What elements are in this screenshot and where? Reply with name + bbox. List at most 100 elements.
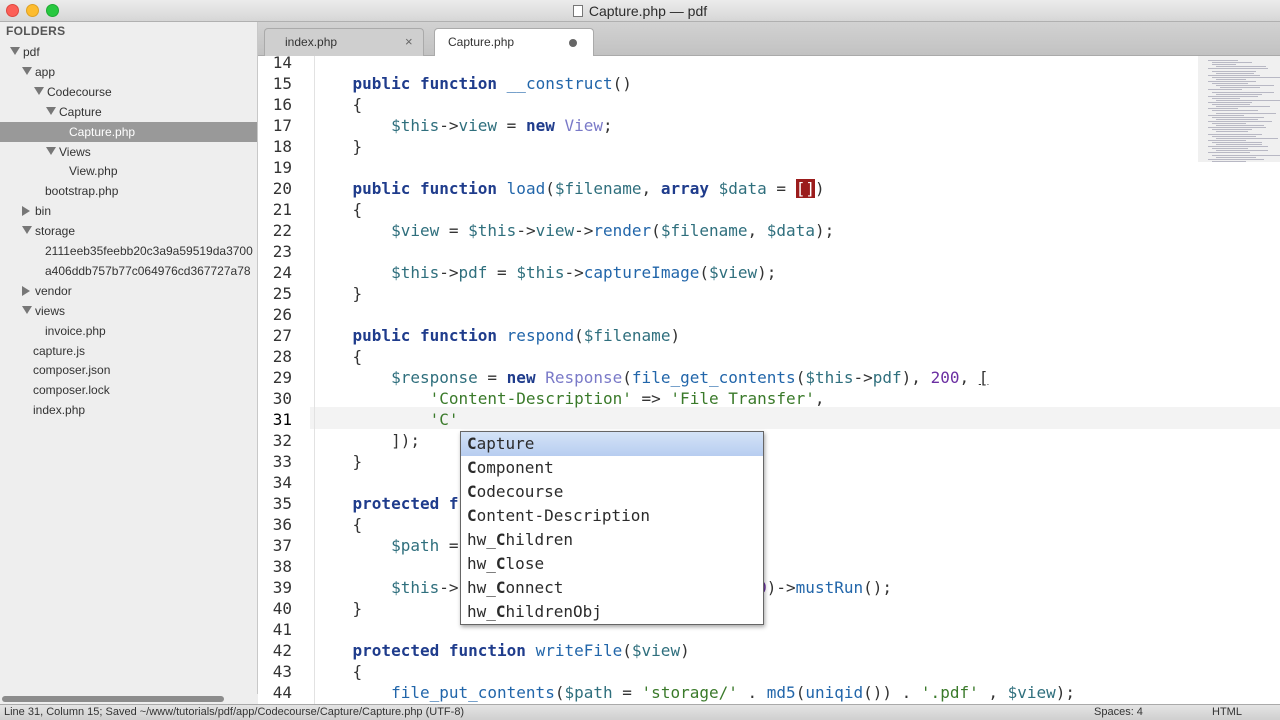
tab-capture-php[interactable]: Capture.php [434, 28, 594, 56]
close-tab-icon[interactable]: × [405, 34, 413, 49]
minimap-line [1208, 146, 1268, 148]
sidebar-item-capture-php[interactable]: Capture.php [0, 121, 257, 142]
code-line[interactable]: $this->view = new View; [314, 115, 613, 136]
code-line[interactable]: protected f [314, 493, 459, 514]
minimap-line [1216, 112, 1276, 114]
minimap-line [1208, 102, 1252, 103]
line-number: 42 [272, 641, 292, 660]
code-line[interactable]: public function respond($filename) [314, 325, 681, 346]
minimap-line [1208, 127, 1266, 129]
disclosure-open-icon[interactable] [10, 47, 20, 55]
autocomplete-item[interactable]: Capture [461, 432, 763, 456]
scrollbar-thumb[interactable] [2, 696, 224, 702]
sidebar-item-label: invoice.php [45, 323, 106, 338]
minimap-line [1212, 76, 1280, 78]
sidebar-item-capture[interactable]: Capture [0, 102, 257, 122]
code-line[interactable]: { [314, 94, 363, 115]
sidebar-item-views[interactable]: Views [0, 142, 257, 162]
minimap-line [1208, 114, 1244, 116]
minimap-line [1216, 78, 1246, 80]
minimap-line [1212, 62, 1252, 64]
code-line[interactable]: 'C' [314, 409, 459, 430]
line-number: 34 [272, 473, 292, 492]
sidebar-item-bootstrap-php[interactable]: bootstrap.php [0, 181, 257, 201]
autocomplete-item[interactable]: hw_Close [461, 552, 763, 576]
code-line[interactable]: } [314, 598, 363, 619]
code-line[interactable]: } [314, 136, 363, 157]
code-line[interactable]: file_put_contents($path = 'storage/' . m… [314, 682, 1075, 703]
sidebar-item-vendor[interactable]: vendor [0, 281, 257, 301]
disclosure-closed-icon[interactable] [22, 206, 30, 217]
disclosure-open-icon[interactable] [22, 66, 32, 75]
code-line[interactable] [314, 56, 353, 73]
minimap-line [1212, 116, 1264, 118]
code-line[interactable]: $path = [314, 535, 458, 556]
code-line[interactable]: protected function writeFile($view) [314, 640, 690, 661]
disclosure-open-icon[interactable] [34, 86, 44, 95]
code-line[interactable]: $view = $this->view->render($filename, $… [314, 220, 834, 241]
document-icon [572, 5, 583, 17]
sidebar-item-composer-lock[interactable]: composer.lock [0, 380, 257, 400]
unsaved-dot-icon[interactable] [569, 39, 577, 47]
code-line[interactable]: { [314, 346, 363, 367]
sidebar-item-storage[interactable]: storage [0, 221, 257, 241]
sidebar-item-view-php[interactable]: View.php [0, 161, 257, 181]
code-line[interactable]: $this->pdf = $this->captureImage($view); [314, 262, 776, 283]
code-line[interactable]: 'Content-Description' => 'File Transfer'… [314, 388, 825, 409]
sidebar-item-codecourse[interactable]: Codecourse [0, 82, 257, 102]
code-line[interactable]: ]); [314, 430, 420, 451]
code-line[interactable]: { [314, 514, 363, 535]
disclosure-open-icon[interactable] [46, 106, 56, 115]
code-line[interactable]: { [314, 661, 363, 682]
minimap-line [1212, 64, 1236, 66]
tab-label: Capture.php [448, 35, 515, 49]
autocomplete-item[interactable]: hw_Children [461, 528, 763, 552]
sidebar-item-composer-json[interactable]: composer.json [0, 360, 257, 380]
minimap-line [1212, 154, 1280, 156]
line-number: 24 [272, 263, 292, 282]
code-line[interactable]: $response = new Response(file_get_conten… [314, 367, 988, 388]
code-line[interactable]: public function __construct() [314, 73, 632, 94]
line-number: 43 [272, 662, 292, 681]
sidebar-item-a406ddb757b77c064976cd367727a78[interactable]: a406ddb757b77c064976cd367727a78 [0, 261, 257, 281]
sidebar-item-capture-js[interactable]: capture.js [0, 341, 257, 361]
minimap[interactable] [1198, 56, 1280, 166]
sidebar-item-label: 2111eeb35feebb20c3a9a59519da3700 [45, 244, 253, 258]
code-line[interactable]: } [314, 283, 363, 304]
code-line[interactable]: public function load($filename, array $d… [314, 178, 825, 199]
line-number: 25 [272, 284, 292, 303]
code-editor[interactable]: 14 15 16 17 18 19 20 21 22 23 24 25 26 27 28 29 30 31 32 33… [258, 56, 1280, 704]
sidebar-item-app[interactable]: app [0, 62, 257, 82]
disclosure-closed-icon[interactable] [22, 285, 30, 296]
autocomplete-item[interactable]: hw_ChildrenObj [461, 600, 763, 624]
line-number: 21 [272, 200, 292, 219]
sidebar-item-views[interactable]: views [0, 301, 257, 321]
line-number: 37 [272, 536, 292, 555]
sidebar-item-bin[interactable]: bin [0, 201, 257, 221]
code-line[interactable]: { [314, 199, 363, 220]
sidebar-item-label: Capture.php [69, 124, 136, 139]
disclosure-open-icon[interactable] [22, 226, 32, 235]
line-number: 20 [272, 179, 292, 198]
minimap-line [1212, 148, 1248, 150]
autocomplete-item[interactable]: Component [461, 456, 763, 480]
disclosure-open-icon[interactable] [46, 146, 56, 155]
editor-window: Capture.php — pdf FOLDERS pdf app Codecour… [0, 0, 1280, 720]
tab-index-php[interactable]: index.php × [264, 28, 424, 56]
sidebar-item-index-php[interactable]: index.php [0, 400, 257, 420]
indentation-setting[interactable]: Spaces: 4 [1094, 706, 1143, 718]
sidebar-item-2111eeb35feebb20c3a9a59519da3700[interactable]: 2111eeb35feebb20c3a9a59519da3700 [0, 241, 257, 261]
sidebar-item-pdf[interactable]: pdf [0, 42, 257, 62]
syntax-selector[interactable]: HTML [1212, 706, 1242, 718]
disclosure-open-icon[interactable] [22, 305, 32, 314]
autocomplete-item[interactable]: Codecourse [461, 480, 763, 504]
minimap-line [1208, 139, 1246, 141]
minimap-line [1212, 97, 1240, 99]
tab-bar: index.php × Capture.php [258, 22, 1280, 56]
line-number: 26 [272, 305, 292, 324]
code-line[interactable]: } [314, 451, 363, 472]
sidebar-item-invoice-php[interactable]: invoice.php [0, 321, 257, 341]
autocomplete-item[interactable]: hw_Connect [461, 576, 763, 600]
sidebar-horizontal-scrollbar[interactable] [0, 694, 258, 704]
autocomplete-item[interactable]: Content-Description [461, 504, 763, 528]
